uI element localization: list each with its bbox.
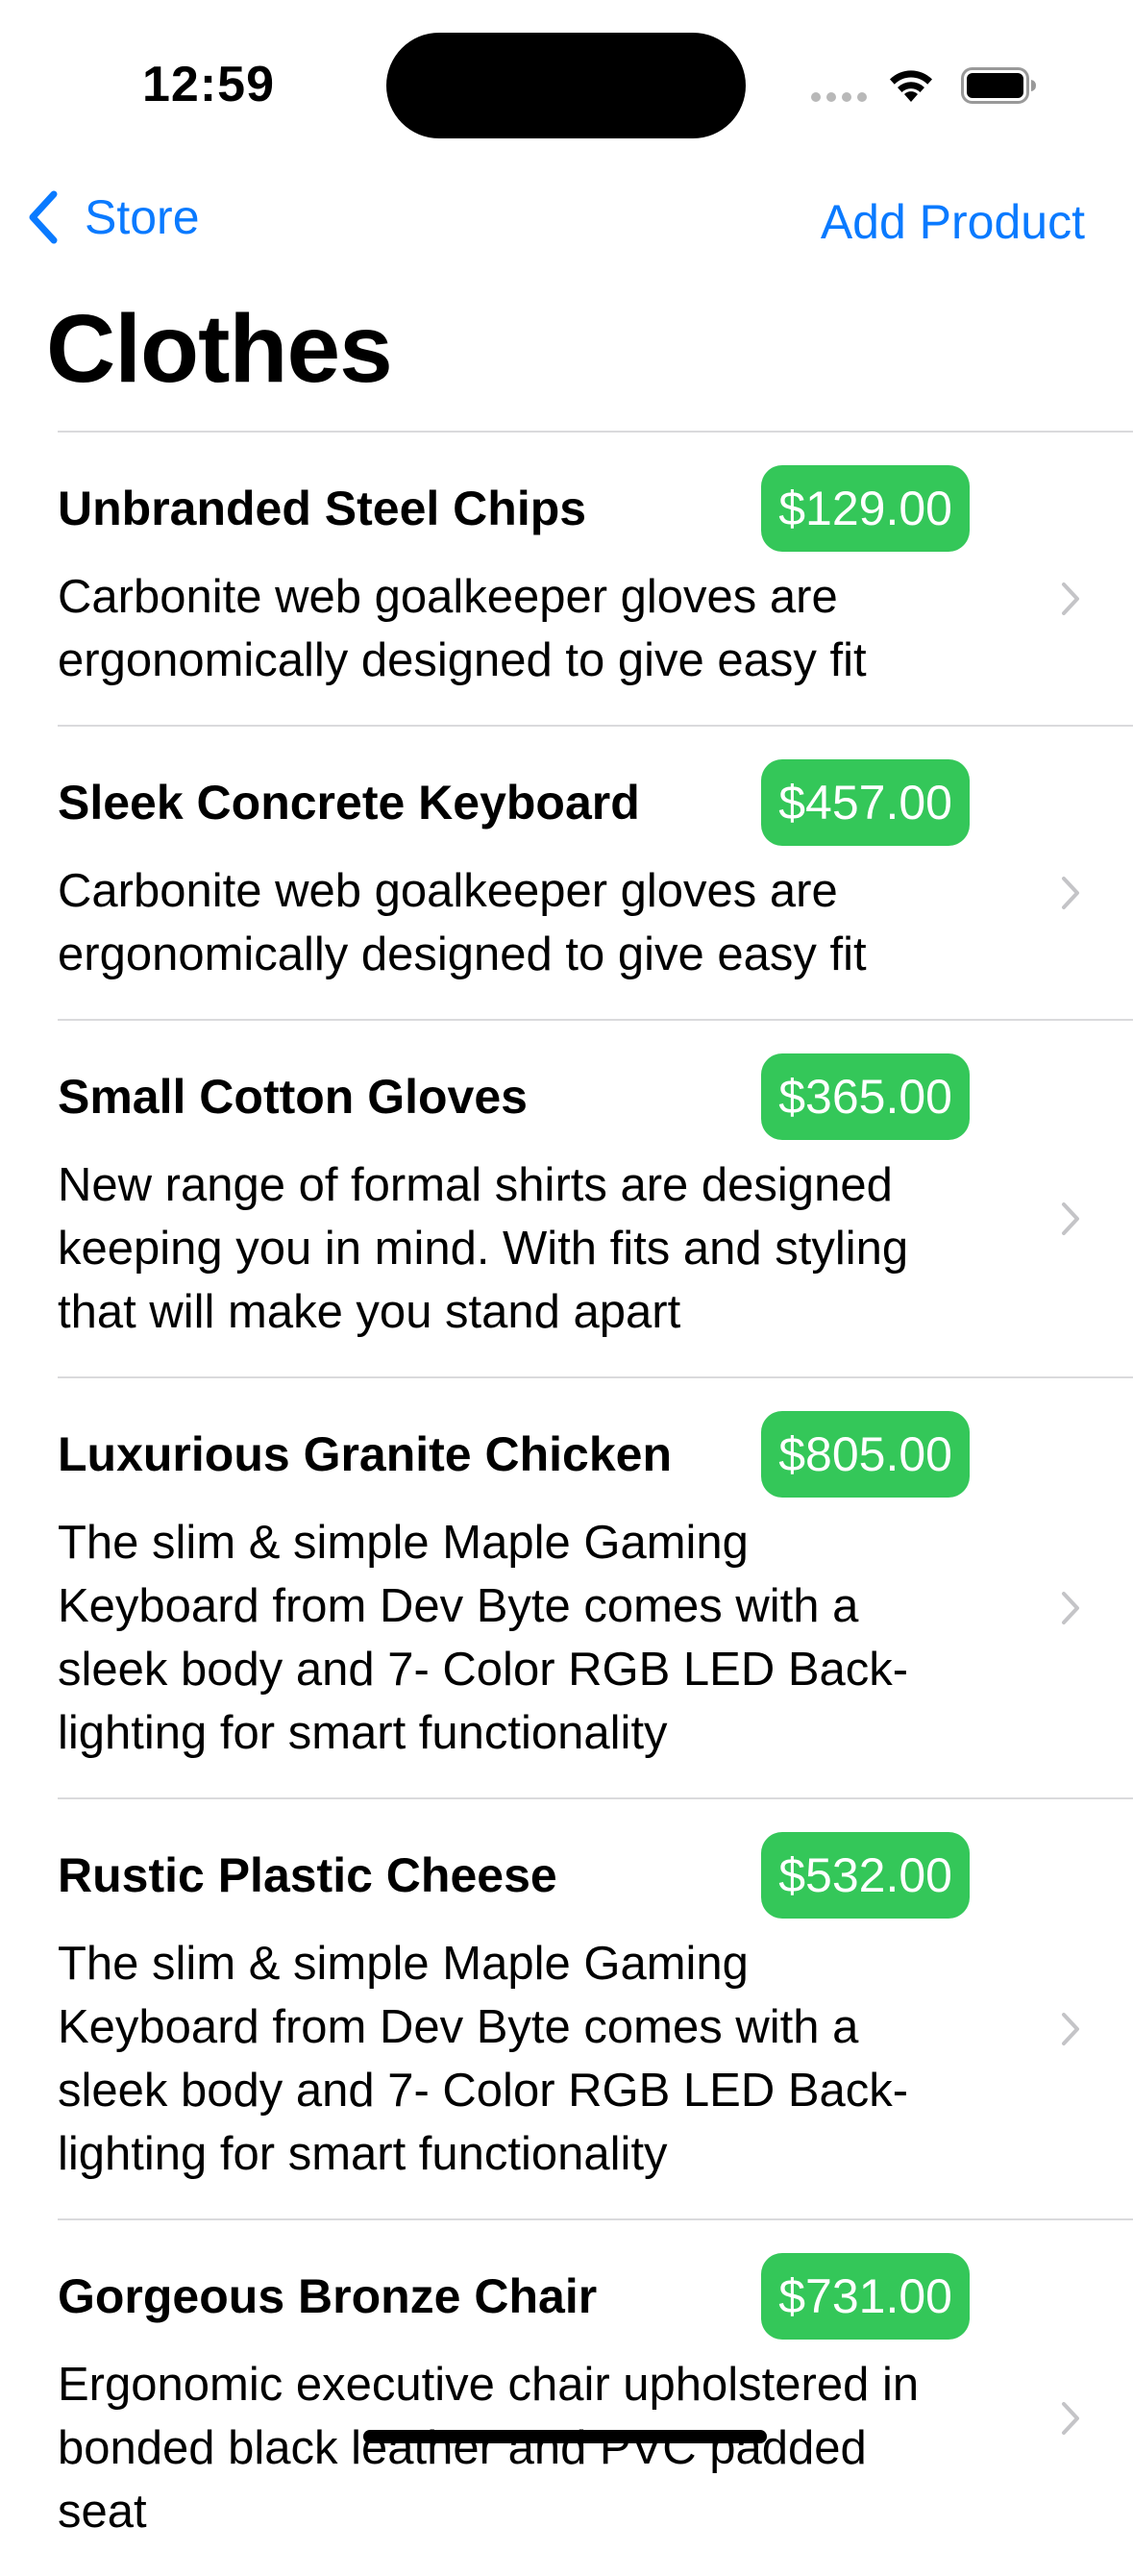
price-badge: $365.00 [761, 1053, 970, 1140]
price-badge: $731.00 [761, 2253, 970, 2340]
chevron-right-icon [1062, 2402, 1079, 2435]
list-item[interactable]: Luxurious Granite Chicken $805.00 The slim… [58, 1376, 1133, 1797]
home-indicator[interactable] [363, 2430, 767, 2443]
product-name: Small Cotton Gloves [58, 1070, 528, 1124]
status-bar: 12:59 [0, 0, 1133, 163]
product-list: Unbranded Steel Chips $129.00 Carbonite we… [0, 431, 1133, 2576]
product-description: New range of formal shirts are designed … [58, 1159, 909, 1338]
wifi-icon [890, 70, 932, 102]
price-badge: $532.00 [761, 1832, 970, 1919]
chevron-right-icon [1062, 2013, 1079, 2045]
status-time: 12:59 [142, 57, 275, 112]
product-description: The slim & simple Maple Gaming Keyboard … [58, 1938, 909, 2180]
product-description: Carbonite web goalkeeper gloves are ergo… [58, 865, 867, 980]
list-item[interactable]: Unbranded Steel Chips $129.00 Carbonite we… [58, 431, 1133, 725]
back-button-label: Store [85, 190, 200, 244]
chevron-right-icon [1062, 1202, 1079, 1235]
product-description: The slim & simple Maple Gaming Keyboard … [58, 1517, 909, 1759]
back-button[interactable]: Store [25, 188, 200, 246]
page-title: Clothes [46, 295, 393, 403]
price-badge: $805.00 [761, 1411, 970, 1498]
add-product-button[interactable]: Add Product [821, 194, 1085, 250]
product-description: Ergonomic executive chair upholstered in… [58, 2359, 920, 2538]
list-item[interactable]: Sleek Concrete Keyboard $457.00 Carbonite … [58, 725, 1133, 1019]
product-name: Sleek Concrete Keyboard [58, 776, 640, 830]
cellular-signal-icon [811, 92, 867, 102]
chevron-left-icon [29, 190, 58, 244]
list-item[interactable]: Rustic Plastic Cheese $532.00 The slim & s… [58, 1797, 1133, 2218]
product-name: Gorgeous Bronze Chair [58, 2269, 598, 2323]
chevron-right-icon [1062, 877, 1079, 909]
product-name: Unbranded Steel Chips [58, 482, 587, 535]
navigation-bar: Store Add Product [0, 173, 1133, 269]
product-description: Carbonite web goalkeeper gloves are ergo… [58, 571, 867, 686]
product-name: Luxurious Granite Chicken [58, 1427, 673, 1481]
chevron-right-icon [1062, 1592, 1079, 1624]
battery-icon [961, 67, 1036, 104]
price-badge: $457.00 [761, 759, 970, 846]
list-item[interactable]: Gorgeous Bronze Chair $731.00 Ergonomic ex… [58, 2218, 1133, 2576]
dynamic-island [386, 33, 746, 138]
product-name: Rustic Plastic Cheese [58, 1848, 557, 1902]
list-item[interactable]: Small Cotton Gloves $365.00 New range of f… [58, 1019, 1133, 1376]
chevron-right-icon [1062, 582, 1079, 615]
price-badge: $129.00 [761, 465, 970, 552]
